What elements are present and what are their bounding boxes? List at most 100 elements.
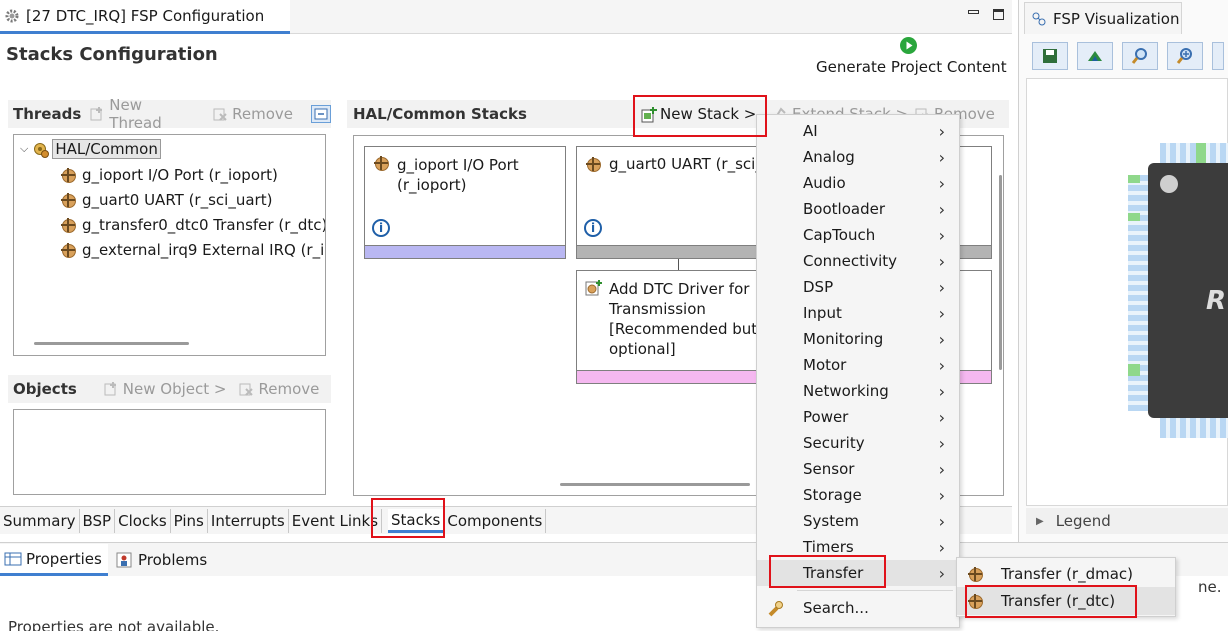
tab-components[interactable]: Components: [444, 509, 547, 533]
threads-title: Threads: [13, 105, 82, 123]
chevron-right-icon: ›: [938, 121, 945, 141]
save-image-icon[interactable]: [1032, 42, 1068, 70]
chip-pin-highlight: [1128, 364, 1140, 376]
menu-item-connectivity[interactable]: Connectivity ›: [757, 248, 959, 274]
new-stack-menu: AI › Analog › Audio › Bootloader › CapTouch ›…: [756, 114, 960, 628]
stacks-hscrollbar[interactable]: [560, 483, 750, 486]
viz-extra-icon[interactable]: [1212, 42, 1224, 70]
fit-view-icon[interactable]: [1077, 42, 1113, 70]
expand-icon: ▶: [1036, 515, 1044, 527]
tab-summary[interactable]: Summary: [0, 509, 80, 533]
remove-icon: [212, 106, 228, 122]
gear-icon: [4, 8, 20, 24]
viz-tab[interactable]: FSP Visualization: [1024, 2, 1182, 34]
remove-thread-button[interactable]: Remove: [212, 105, 293, 123]
tree-item-external-irq9[interactable]: g_external_irq9 External IRQ (r_icu: [60, 237, 325, 262]
tab-problems[interactable]: Problems: [116, 544, 207, 576]
chevron-right-icon: ›: [938, 303, 945, 323]
editor-tab[interactable]: [27 DTC_IRQ] FSP Configuration: [0, 0, 290, 34]
menu-item-storage[interactable]: Storage ›: [757, 482, 959, 508]
minimize-icon[interactable]: [968, 10, 979, 14]
new-object-icon: [103, 381, 119, 397]
generate-icon[interactable]: [900, 37, 917, 54]
legend-toggle[interactable]: ▶ Legend: [1026, 508, 1228, 534]
tab-interrupts[interactable]: Interrupts: [208, 509, 289, 533]
properties-icon: [4, 551, 22, 567]
chip-logo: R: [1206, 286, 1227, 316]
chevron-right-icon: ›: [938, 173, 945, 193]
chip-pin1-marker: [1160, 175, 1178, 193]
threads-hscrollbar[interactable]: [34, 342, 189, 345]
chip-pin-highlight: [1128, 175, 1140, 183]
tab-pins[interactable]: Pins: [171, 509, 208, 533]
chevron-right-icon: ›: [938, 407, 945, 427]
tree-item-transfer0-dtc0[interactable]: g_transfer0_dtc0 Transfer (r_dtc) I: [60, 212, 325, 237]
menu-item-analog[interactable]: Analog ›: [757, 144, 959, 170]
menu-item-power[interactable]: Power ›: [757, 404, 959, 430]
chevron-right-icon: ›: [938, 381, 945, 401]
stacks-vscrollbar[interactable]: [999, 175, 1002, 370]
menu-item-captouch[interactable]: CapTouch ›: [757, 222, 959, 248]
menu-item-sensor[interactable]: Sensor ›: [757, 456, 959, 482]
card-connector: [678, 259, 679, 270]
tree-root-hal-common[interactable]: HAL/Common: [52, 139, 161, 159]
component-icon: [60, 217, 76, 233]
objects-header: Objects New Object > Remove: [8, 375, 331, 403]
menu-item-audio[interactable]: Audio ›: [757, 170, 959, 196]
search-icon: [767, 600, 783, 617]
zoom-out-icon[interactable]: [1122, 42, 1158, 70]
generate-project-content-button[interactable]: Generate Project Content: [816, 58, 1007, 76]
component-icon: [373, 155, 389, 171]
chevron-right-icon: ›: [938, 485, 945, 505]
chevron-right-icon: ›: [938, 225, 945, 245]
menu-item-search[interactable]: Search...: [757, 595, 959, 621]
component-icon: [585, 156, 601, 172]
menu-item-ai[interactable]: AI ›: [757, 118, 959, 144]
new-thread-button[interactable]: New Thread: [89, 96, 198, 132]
menu-item-networking[interactable]: Networking ›: [757, 378, 959, 404]
remove-object-button[interactable]: Remove: [238, 380, 319, 398]
menu-separator: [797, 590, 953, 591]
tree-item-uart0[interactable]: g_uart0 UART (r_sci_uart): [60, 187, 325, 212]
page-title: Stacks Configuration: [6, 44, 218, 65]
chevron-right-icon: ›: [938, 147, 945, 167]
chevron-right-icon: ›: [938, 199, 945, 219]
menu-item-monitoring[interactable]: Monitoring ›: [757, 326, 959, 352]
info-icon[interactable]: i: [584, 219, 602, 237]
new-object-button[interactable]: New Object >: [103, 380, 226, 398]
visualization-icon: [1031, 11, 1047, 27]
tab-clocks[interactable]: Clocks: [115, 509, 171, 533]
menu-item-motor[interactable]: Motor ›: [757, 352, 959, 378]
menu-item-input[interactable]: Input ›: [757, 300, 959, 326]
editor-tab-title: [27 DTC_IRQ] FSP Configuration: [26, 6, 265, 25]
menu-item-dsp[interactable]: DSP ›: [757, 274, 959, 300]
chevron-right-icon: ›: [938, 459, 945, 479]
tree-expand-icon[interactable]: ⌵: [20, 142, 28, 156]
tab-bsp[interactable]: BSP: [80, 509, 116, 533]
hal-common-icon: [32, 141, 50, 158]
threads-tree: ⌵ HAL/Common g_ioport I/O Port (r_ioport…: [13, 134, 326, 356]
component-icon: [60, 242, 76, 258]
collapse-all-icon[interactable]: [311, 105, 331, 123]
highlight-stacks-tab: [371, 498, 445, 538]
chip-top-pins: [1160, 143, 1228, 163]
editor-page-tabs: Summary BSP Clocks Pins Interrupts Event…: [0, 509, 547, 533]
chip-pin-highlight: [1196, 143, 1206, 163]
highlight-transfer-dtc: [965, 585, 1137, 618]
highlight-transfer: [769, 555, 886, 588]
tab-event-links[interactable]: Event Links: [289, 509, 383, 533]
zoom-in-icon[interactable]: [1167, 42, 1203, 70]
chevron-right-icon: ›: [938, 537, 945, 557]
menu-item-system[interactable]: System ›: [757, 508, 959, 534]
stack-card-ioport[interactable]: g_ioport I/O Port (r_ioport) i: [364, 146, 566, 259]
menu-item-bootloader[interactable]: Bootloader ›: [757, 196, 959, 222]
submenu-item-transfer-dmac[interactable]: Transfer (r_dmac): [957, 561, 1175, 587]
tree-item-ioport[interactable]: g_ioport I/O Port (r_ioport): [60, 162, 325, 187]
maximize-icon[interactable]: [993, 9, 1004, 20]
tab-properties[interactable]: Properties: [0, 544, 108, 576]
menu-item-security[interactable]: Security ›: [757, 430, 959, 456]
info-icon[interactable]: i: [372, 219, 390, 237]
component-icon: [60, 167, 76, 183]
component-icon: [967, 566, 983, 582]
problems-icon: [116, 552, 132, 568]
